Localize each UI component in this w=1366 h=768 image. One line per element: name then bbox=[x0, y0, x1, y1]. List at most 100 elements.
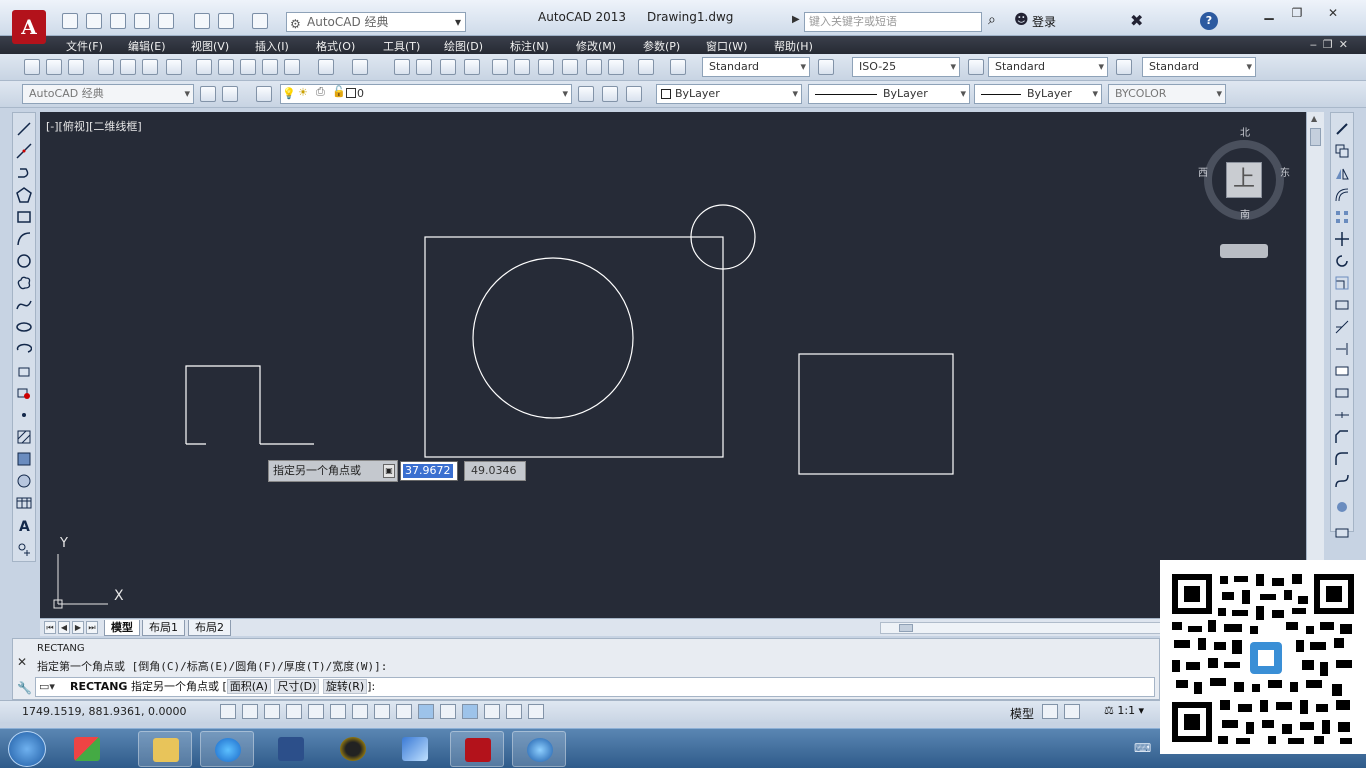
prev-layout-icon[interactable]: ◀ bbox=[58, 621, 70, 634]
table-style-icon[interactable] bbox=[968, 59, 984, 75]
last-layout-icon[interactable]: ⏭ bbox=[86, 621, 98, 634]
zoom-realtime-icon[interactable] bbox=[416, 59, 432, 75]
linetype-select[interactable]: ByLayer bbox=[808, 84, 970, 104]
menu-parameters[interactable]: 参数(P) bbox=[643, 38, 680, 54]
copy-object-icon[interactable] bbox=[1334, 143, 1350, 159]
arc-icon[interactable] bbox=[16, 231, 32, 247]
ellipse-arc-icon[interactable] bbox=[16, 341, 33, 357]
region-icon[interactable] bbox=[16, 473, 32, 489]
lineweight-toggle-icon[interactable] bbox=[440, 704, 456, 719]
table-style-select[interactable]: Standard bbox=[988, 57, 1108, 77]
insert-block-icon[interactable] bbox=[16, 363, 32, 379]
plotstyle-select[interactable]: BYCOLOR bbox=[1108, 84, 1226, 104]
mdi-window-controls[interactable]: ‒❐✕ bbox=[1310, 38, 1354, 51]
dynamic-ucs-icon[interactable] bbox=[396, 704, 412, 719]
line-icon[interactable] bbox=[16, 121, 32, 137]
infer-constraints-icon[interactable] bbox=[220, 704, 236, 719]
stretch-icon[interactable] bbox=[1334, 297, 1350, 313]
explode-icon[interactable] bbox=[1334, 499, 1350, 515]
scale-icon[interactable] bbox=[1334, 275, 1350, 291]
rectangle-right[interactable] bbox=[798, 353, 954, 475]
undo-icon[interactable] bbox=[318, 59, 334, 75]
qnew-icon[interactable] bbox=[24, 59, 40, 75]
plot-icon[interactable] bbox=[158, 13, 174, 29]
dim-style-select[interactable]: ISO-25 bbox=[852, 57, 960, 77]
print-icon[interactable] bbox=[194, 13, 210, 29]
horizontal-scroll-thumb[interactable] bbox=[899, 624, 913, 632]
table-icon[interactable] bbox=[16, 495, 32, 511]
hatch-icon[interactable] bbox=[16, 429, 32, 445]
help-icon[interactable]: ? bbox=[1200, 12, 1218, 30]
polygon-icon[interactable] bbox=[16, 187, 32, 203]
search-input[interactable]: 键入关键字或短语 bbox=[804, 12, 982, 32]
pan-icon[interactable] bbox=[394, 59, 410, 75]
block-editor-icon[interactable] bbox=[284, 59, 300, 75]
taskbar-qq[interactable] bbox=[326, 731, 380, 767]
keyboard-tray-icon[interactable]: ⌨ bbox=[1134, 741, 1151, 755]
redo-icon[interactable] bbox=[352, 59, 368, 75]
menu-view[interactable]: 视图(V) bbox=[191, 38, 229, 54]
selection-cycling-icon[interactable] bbox=[506, 704, 522, 719]
maximize-button[interactable]: ❐ bbox=[1286, 6, 1308, 22]
menu-help[interactable]: 帮助(H) bbox=[774, 38, 813, 54]
ortho-mode-icon[interactable] bbox=[286, 704, 302, 719]
publish-icon[interactable] bbox=[142, 59, 158, 75]
viewcube-west[interactable]: 西 bbox=[1198, 164, 1208, 179]
text-style-icon[interactable] bbox=[670, 59, 686, 75]
point-icon[interactable] bbox=[16, 407, 32, 423]
copy-icon[interactable] bbox=[218, 59, 234, 75]
dynamic-input-icon[interactable] bbox=[418, 704, 434, 719]
workspace-save-icon[interactable] bbox=[222, 86, 238, 102]
object-snap-icon[interactable] bbox=[330, 704, 346, 719]
close-button[interactable]: ✕ bbox=[1322, 6, 1344, 22]
erase-icon[interactable] bbox=[1334, 121, 1350, 137]
match-properties-icon[interactable] bbox=[262, 59, 278, 75]
object-snap-tracking-icon[interactable] bbox=[374, 704, 390, 719]
tool-palettes-icon[interactable] bbox=[538, 59, 554, 75]
search-expand-icon[interactable]: ▶ bbox=[792, 14, 800, 25]
gradient-icon[interactable] bbox=[16, 451, 32, 467]
taskbar-ie[interactable] bbox=[200, 731, 254, 767]
model-space-toggle[interactable]: 模型 bbox=[1010, 705, 1034, 722]
quick-properties-icon[interactable] bbox=[484, 704, 500, 719]
polar-tracking-icon[interactable] bbox=[308, 704, 324, 719]
new-file-icon[interactable] bbox=[62, 13, 78, 29]
drawing-canvas[interactable]: [-][俯视][二维线框] Y X 北 南 东 西 上 指定另一个角点或 ▣ 3… bbox=[40, 112, 1306, 618]
login-link[interactable]: 登录 bbox=[1032, 13, 1056, 30]
menu-draw[interactable]: 绘图(D) bbox=[444, 38, 483, 54]
zoom-window-icon[interactable] bbox=[440, 59, 456, 75]
workspace-select[interactable]: ⚙ AutoCAD 经典 bbox=[286, 12, 466, 32]
save-icon[interactable] bbox=[68, 59, 84, 75]
trim-icon[interactable] bbox=[1334, 319, 1350, 335]
vertical-scrollbar[interactable]: ▲ bbox=[1306, 112, 1324, 618]
annotation-scale[interactable]: ⚖ 1:1 ▾ bbox=[1104, 704, 1144, 717]
next-layout-icon[interactable]: ▶ bbox=[72, 621, 84, 634]
3d-object-snap-icon[interactable] bbox=[352, 704, 368, 719]
quick-view-drawings-icon[interactable] bbox=[1064, 704, 1080, 719]
vertical-scroll-thumb[interactable] bbox=[1310, 128, 1321, 146]
make-block-icon[interactable] bbox=[16, 385, 32, 401]
sheet-set-icon[interactable] bbox=[562, 59, 578, 75]
option-rotation[interactable]: 旋转(R) bbox=[322, 679, 368, 694]
cut-icon[interactable] bbox=[196, 59, 212, 75]
first-layout-icon[interactable]: ⏮ bbox=[44, 621, 56, 634]
taskbar-bird[interactable] bbox=[388, 731, 442, 767]
viewcube-east[interactable]: 东 bbox=[1280, 164, 1290, 179]
help-icon[interactable] bbox=[638, 59, 654, 75]
rectangle-icon[interactable] bbox=[16, 209, 32, 225]
option-area[interactable]: 面积(A) bbox=[226, 679, 271, 694]
add-selected-icon[interactable] bbox=[16, 541, 32, 557]
save-as-icon[interactable] bbox=[134, 13, 150, 29]
tab-model[interactable]: 模型 bbox=[104, 620, 140, 636]
tab-layout2[interactable]: 布局2 bbox=[188, 620, 231, 636]
array-icon[interactable] bbox=[1334, 209, 1350, 225]
mleader-style-icon[interactable] bbox=[1116, 59, 1132, 75]
paste-icon[interactable] bbox=[240, 59, 256, 75]
coordinate-readout[interactable]: 1749.1519, 881.9361, 0.0000 bbox=[22, 705, 186, 718]
grid-display-icon[interactable] bbox=[264, 704, 280, 719]
dim-style-icon[interactable] bbox=[818, 59, 834, 75]
revision-cloud-icon[interactable] bbox=[16, 275, 32, 291]
layer-tools-icon[interactable] bbox=[1334, 525, 1350, 541]
menu-tools[interactable]: 工具(T) bbox=[383, 38, 420, 54]
circle-large[interactable] bbox=[472, 257, 634, 419]
